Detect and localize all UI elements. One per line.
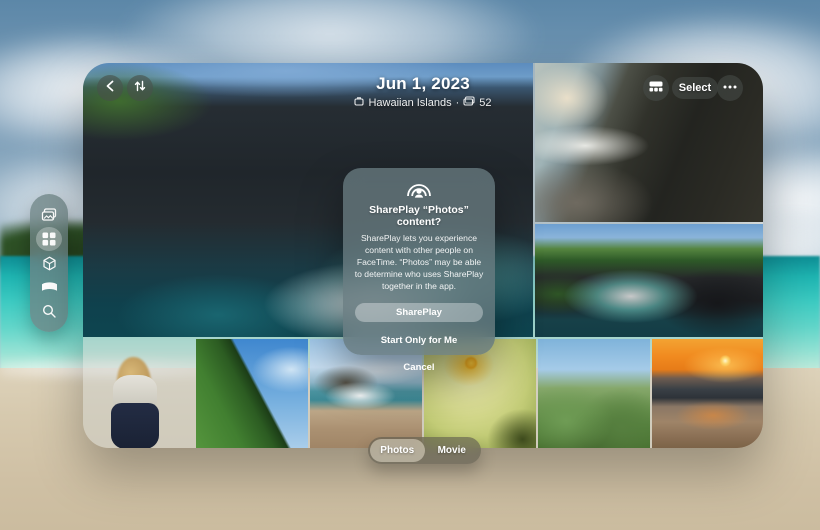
select-button[interactable]: Select: [672, 77, 718, 99]
panorama-icon: [41, 282, 58, 293]
sidebar-item-search[interactable]: [36, 299, 62, 323]
subtitle-separator: ·: [456, 97, 460, 109]
grid-view-button[interactable]: [643, 75, 669, 101]
photo-cactus[interactable]: [538, 339, 650, 448]
location-label: Hawaiian Islands: [368, 97, 451, 109]
search-icon: [42, 304, 56, 318]
photo-yellow-flower[interactable]: [424, 339, 536, 448]
photos-tab-bar: [30, 194, 68, 332]
shareplay-icon: [353, 179, 485, 199]
sidebar-item-albums[interactable]: [36, 227, 62, 251]
trip-icon: [354, 96, 364, 109]
photo-black-sand-cove[interactable]: [535, 224, 763, 337]
shareplay-button[interactable]: SharePlay: [355, 303, 483, 322]
tab-movie[interactable]: Movie: [425, 439, 480, 462]
sidebar-item-spatial[interactable]: [36, 251, 62, 275]
cancel-button[interactable]: Cancel: [353, 362, 485, 373]
dialog-body: SharePlay lets you experience content wi…: [354, 232, 484, 292]
sidebar-item-panoramas[interactable]: [36, 275, 62, 299]
photo-count-icon: [463, 96, 475, 109]
sidebar-item-photos[interactable]: [36, 203, 62, 227]
grid-view-icon: [649, 79, 663, 97]
photo-green-sea-cliffs[interactable]: [196, 339, 308, 448]
photo-woman-overlook[interactable]: [83, 339, 194, 448]
photos-stack-icon: [41, 208, 57, 222]
figure-jeans: [111, 403, 159, 448]
photo-beach-surf[interactable]: [310, 339, 422, 448]
tab-photos[interactable]: Photos: [370, 439, 425, 462]
more-options-button[interactable]: [717, 75, 743, 101]
dialog-title: SharePlay “Photos” content?: [355, 204, 483, 228]
photo-ocean-sunset[interactable]: [652, 339, 763, 448]
visionos-scene: Jun 1, 2023 Hawaiian Islands · 52 Select: [0, 0, 820, 530]
photo-count: 52: [479, 97, 491, 109]
cube-icon: [42, 256, 57, 271]
photos-movie-segmented-control: Photos Movie: [368, 437, 481, 464]
shareplay-dialog: SharePlay “Photos” content? SharePlay le…: [343, 168, 495, 355]
albums-grid-icon: [42, 232, 56, 246]
ellipsis-icon: [723, 80, 737, 92]
start-only-for-me-button[interactable]: Start Only for Me: [353, 335, 485, 346]
